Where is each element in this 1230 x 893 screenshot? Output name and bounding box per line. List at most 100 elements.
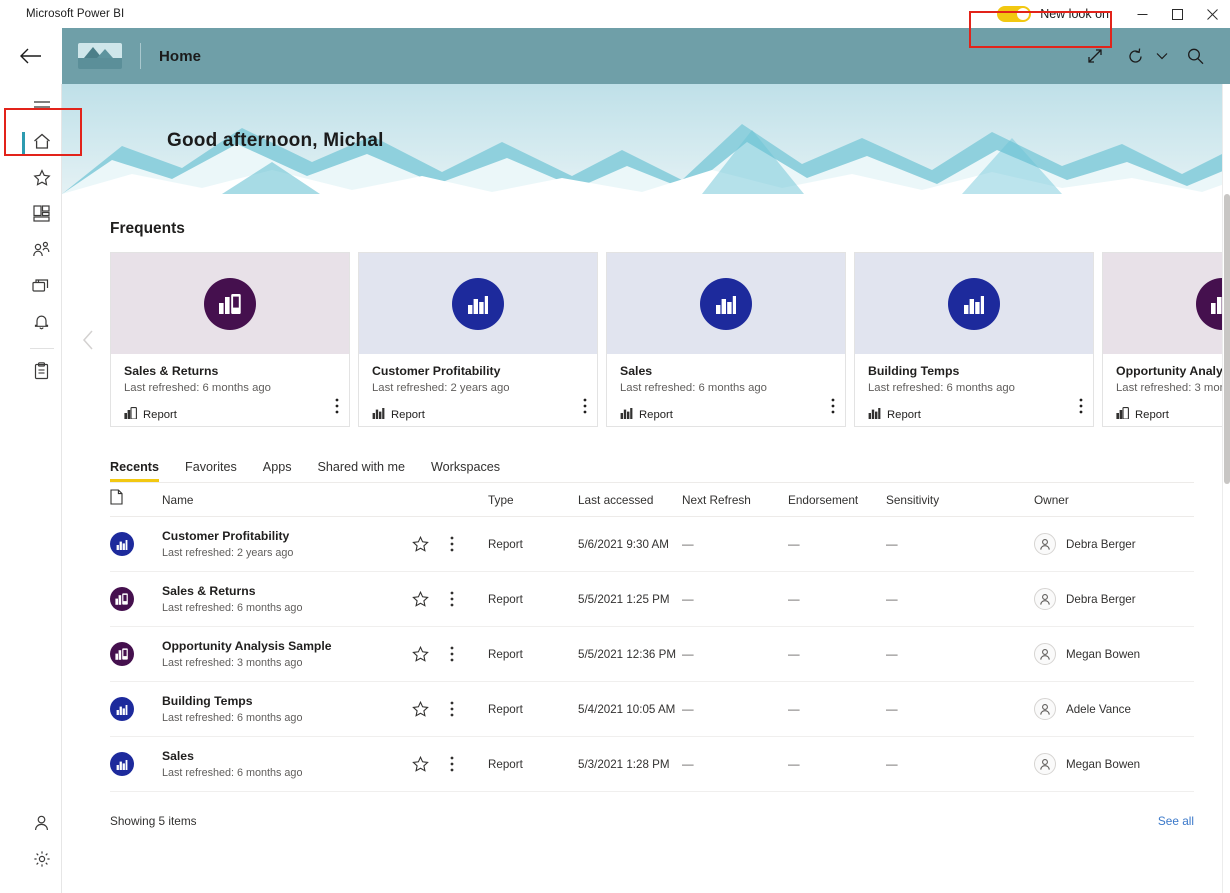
row-item-icon: [110, 642, 162, 666]
table-header: Name Type Last accessed Next Refresh End…: [110, 483, 1194, 517]
sidebar-nav: [22, 84, 62, 893]
back-button[interactable]: [0, 28, 62, 84]
table-row[interactable]: Customer Profitability Last refreshed: 2…: [110, 517, 1194, 572]
row-owner: Debra Berger: [1034, 588, 1194, 610]
row-last-accessed: 5/4/2021 10:05 AM: [578, 703, 682, 716]
hamburger-icon: [33, 99, 51, 118]
tab-shared-with-me[interactable]: Shared with me: [318, 460, 406, 482]
column-header-endorsement[interactable]: Endorsement: [788, 493, 886, 507]
row-name-cell[interactable]: Customer Profitability Last refreshed: 2…: [162, 529, 412, 559]
sidebar-divider: [30, 348, 54, 349]
column-header-type[interactable]: Type: [488, 493, 578, 507]
row-favorite-button[interactable]: [412, 646, 450, 662]
frequents-card[interactable]: Opportunity Analysis Sample Last refresh…: [1102, 252, 1230, 427]
card-more-button[interactable]: [1079, 398, 1083, 414]
row-owner: Megan Bowen: [1034, 643, 1194, 665]
row-name-cell[interactable]: Building Temps Last refreshed: 6 months …: [162, 694, 412, 724]
card-more-button[interactable]: [583, 398, 587, 414]
column-header-icon[interactable]: [110, 489, 162, 510]
content-scrollbar[interactable]: [1222, 84, 1230, 893]
sidebar-item-settings[interactable]: [22, 843, 62, 879]
tab-favorites[interactable]: Favorites: [185, 460, 237, 482]
table-row[interactable]: Opportunity Analysis Sample Last refresh…: [110, 627, 1194, 682]
sidebar-item-favorites[interactable]: [22, 162, 62, 198]
card-type-label: Report: [639, 409, 673, 421]
table-row[interactable]: Building Temps Last refreshed: 6 months …: [110, 682, 1194, 737]
sidebar-item-account[interactable]: [22, 807, 62, 843]
row-endorsement: —: [788, 538, 886, 551]
search-icon[interactable]: [1178, 39, 1212, 73]
card-type-row: Report: [1116, 407, 1230, 422]
report-bar-icon: [948, 278, 1000, 330]
row-next-refresh: —: [682, 758, 788, 771]
row-name-cell[interactable]: Sales Last refreshed: 6 months ago: [162, 749, 412, 779]
row-more-button[interactable]: [450, 591, 488, 607]
frequents-card[interactable]: Sales & Returns Last refreshed: 6 months…: [110, 252, 350, 427]
card-thumbnail: [111, 253, 349, 354]
tab-recents[interactable]: Recents: [110, 460, 159, 482]
new-look-toggle[interactable]: New look on: [987, 0, 1125, 28]
sidebar-item-home[interactable]: [22, 126, 62, 162]
row-title: Sales: [162, 749, 412, 763]
row-subtitle: Last refreshed: 2 years ago: [162, 547, 412, 559]
window-titlebar: Microsoft Power BI New look on: [0, 0, 1230, 28]
see-all-link[interactable]: See all: [1158, 814, 1194, 828]
chevron-down-icon[interactable]: [1152, 39, 1172, 73]
column-header-owner[interactable]: Owner: [1034, 493, 1194, 507]
row-title: Opportunity Analysis Sample: [162, 639, 412, 653]
new-look-switch[interactable]: [997, 6, 1031, 22]
row-name-cell[interactable]: Sales & Returns Last refreshed: 6 months…: [162, 584, 412, 614]
alpine-ski-house-logo-icon[interactable]: [78, 43, 122, 69]
card-type-label: Report: [143, 409, 177, 421]
table-row[interactable]: Sales Last refreshed: 6 months ago Repor…: [110, 737, 1194, 792]
star-outline-icon: [412, 536, 429, 552]
column-header-last-accessed[interactable]: Last accessed: [578, 493, 682, 507]
carousel-prev-button[interactable]: [74, 324, 104, 360]
item-count-label: Showing 5 items: [110, 814, 197, 828]
tab-workspaces[interactable]: Workspaces: [431, 460, 500, 482]
row-more-button[interactable]: [450, 701, 488, 717]
row-subtitle: Last refreshed: 6 months ago: [162, 767, 412, 779]
frequents-card[interactable]: Customer Profitability Last refreshed: 2…: [358, 252, 598, 427]
row-favorite-button[interactable]: [412, 701, 450, 717]
person-icon: [33, 814, 50, 837]
card-more-button[interactable]: [335, 398, 339, 414]
sidebar-item-workspaces[interactable]: [22, 270, 62, 306]
more-vertical-icon: [450, 591, 454, 607]
home-icon: [33, 133, 51, 155]
row-favorite-button[interactable]: [412, 536, 450, 552]
sidebar-item-metrics[interactable]: [22, 355, 62, 391]
row-favorite-button[interactable]: [412, 591, 450, 607]
sidebar-item-notifications[interactable]: [22, 306, 62, 342]
row-next-refresh: —: [682, 648, 788, 661]
row-more-button[interactable]: [450, 756, 488, 772]
refresh-group[interactable]: [1118, 39, 1172, 73]
sidebar-item-shared-with-me[interactable]: [22, 234, 62, 270]
card-more-button[interactable]: [831, 398, 835, 414]
report-bar-icon: [452, 278, 504, 330]
refresh-icon[interactable]: [1118, 39, 1152, 73]
sidebar-item-apps[interactable]: [22, 198, 62, 234]
row-item-icon: [110, 697, 162, 721]
table-row[interactable]: Sales & Returns Last refreshed: 6 months…: [110, 572, 1194, 627]
card-subtitle: Last refreshed: 2 years ago: [372, 382, 585, 394]
expand-icon[interactable]: [1078, 39, 1112, 73]
row-more-button[interactable]: [450, 536, 488, 552]
close-button[interactable]: [1195, 0, 1230, 28]
sidebar-item-menu[interactable]: [22, 90, 62, 126]
column-header-sensitivity[interactable]: Sensitivity: [886, 493, 1034, 507]
row-name-cell[interactable]: Opportunity Analysis Sample Last refresh…: [162, 639, 412, 669]
column-header-next-refresh[interactable]: Next Refresh: [682, 493, 788, 507]
scrollbar-thumb[interactable]: [1224, 194, 1230, 484]
maximize-button[interactable]: [1160, 0, 1195, 28]
avatar: [1034, 698, 1056, 720]
row-more-button[interactable]: [450, 646, 488, 662]
card-type-row: Report: [372, 407, 585, 422]
frequents-card[interactable]: Building Temps Last refreshed: 6 months …: [854, 252, 1094, 427]
row-favorite-button[interactable]: [412, 756, 450, 772]
row-owner: Debra Berger: [1034, 533, 1194, 555]
column-header-name[interactable]: Name: [162, 493, 412, 507]
minimize-button[interactable]: [1125, 0, 1160, 28]
frequents-card[interactable]: Sales Last refreshed: 6 months ago: [606, 252, 846, 427]
tab-apps[interactable]: Apps: [263, 460, 292, 482]
